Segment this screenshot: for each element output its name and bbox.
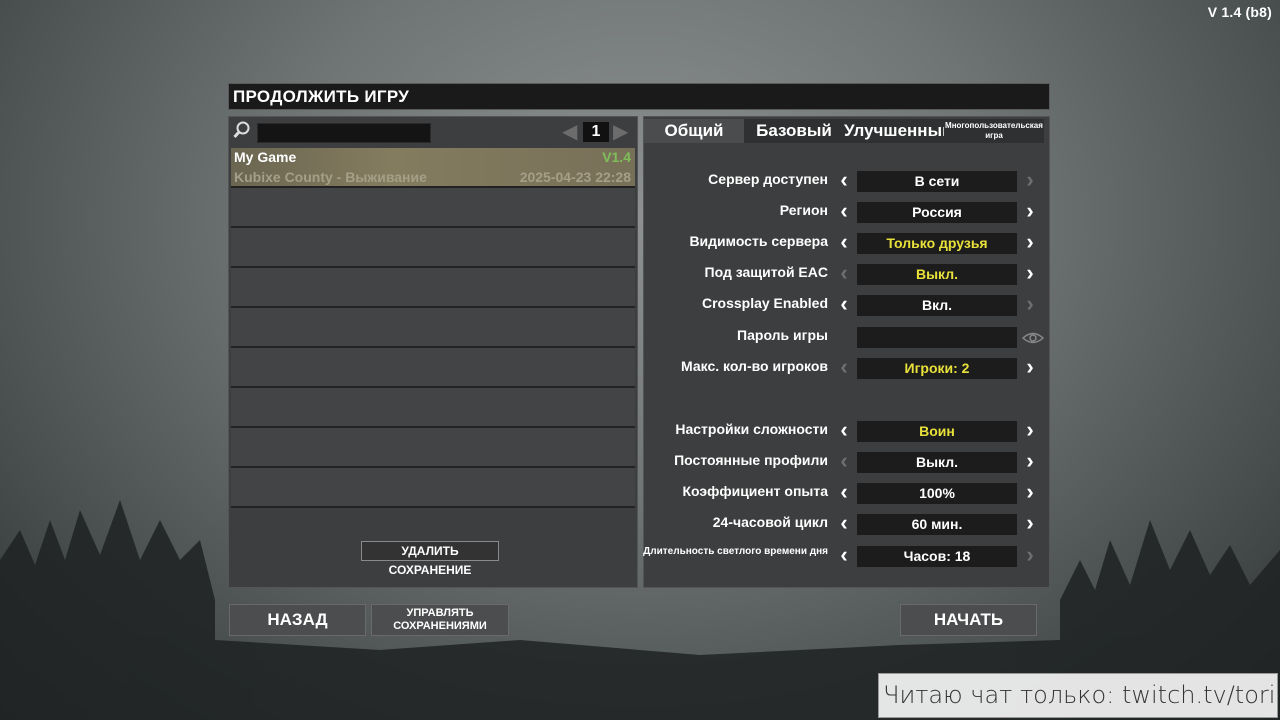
eye-icon[interactable] xyxy=(1022,331,1044,345)
tab-multiplayer[interactable]: Многопользовательская игра xyxy=(944,119,1044,143)
setting-label-day-cycle: 24-часовой цикл xyxy=(712,514,828,530)
chevron-right-icon[interactable]: › xyxy=(1023,481,1037,504)
search-icon xyxy=(233,121,250,139)
page-next-icon[interactable]: ▶ xyxy=(613,121,629,143)
empty-save-slot xyxy=(231,348,635,388)
version-label: V 1.4 (b8) xyxy=(1207,4,1272,20)
settings-panel: Общий Базовый Улучшенный Многопользовате… xyxy=(643,116,1050,588)
setting-value-xp-multiplier: 100% xyxy=(857,483,1017,504)
save-item[interactable]: My Game V1.4 Kubixe County - Выживание 2… xyxy=(231,148,635,188)
setting-label-xp-multiplier: Коэффициент опыта xyxy=(682,483,828,499)
empty-save-slot xyxy=(231,228,635,268)
save-date: 2025-04-23 22:28 xyxy=(519,169,631,185)
chevron-right-icon[interactable]: › xyxy=(1023,262,1037,285)
setting-value-server-visible: В сети xyxy=(857,171,1017,192)
setting-label-persistent-profiles: Постоянные профили xyxy=(674,452,828,468)
chevron-right-icon[interactable]: › xyxy=(1023,419,1037,442)
setting-value-persistent-profiles: Выкл. xyxy=(857,452,1017,473)
page-number: 1 xyxy=(583,122,609,142)
chevron-right-icon[interactable]: › xyxy=(1023,544,1037,567)
setting-label-password: Пароль игры xyxy=(737,327,828,343)
setting-label-difficulty: Настройки сложности xyxy=(675,421,828,437)
setting-value-max-players: Игроки: 2 xyxy=(857,358,1017,379)
empty-save-slot xyxy=(231,268,635,308)
setting-label-daylight-length: Длительность светлого времени дня xyxy=(643,546,828,557)
setting-label-eac: Под защитой EAC xyxy=(704,264,828,280)
empty-save-slot xyxy=(231,188,635,228)
setting-value-daylight-length: Часов: 18 xyxy=(857,546,1017,567)
chevron-right-icon[interactable]: › xyxy=(1023,450,1037,473)
back-button[interactable]: НАЗАД xyxy=(229,604,366,636)
chevron-left-icon[interactable]: ‹ xyxy=(837,481,851,504)
setting-value-crossplay: Вкл. xyxy=(857,295,1017,316)
chevron-right-icon[interactable]: › xyxy=(1023,231,1037,254)
chevron-right-icon[interactable]: › xyxy=(1023,356,1037,379)
setting-value-region: Россия xyxy=(857,202,1017,223)
chevron-right-icon[interactable]: › xyxy=(1023,169,1037,192)
save-version: V1.4 xyxy=(602,149,631,165)
chevron-left-icon[interactable]: ‹ xyxy=(837,356,851,379)
chevron-left-icon[interactable]: ‹ xyxy=(837,293,851,316)
chevron-right-icon[interactable]: › xyxy=(1023,200,1037,223)
page-title: ПРОДОЛЖИТЬ ИГРУ xyxy=(228,83,1050,110)
setting-value-day-cycle: 60 мин. xyxy=(857,514,1017,535)
search-input[interactable] xyxy=(257,123,431,143)
tab-general[interactable]: Общий xyxy=(644,119,744,143)
stream-chat-banner: Читаю чат только: twitch.tv/torin_tv1 xyxy=(878,673,1278,718)
empty-save-slot xyxy=(231,308,635,348)
start-button[interactable]: НАЧАТЬ xyxy=(900,604,1037,636)
chevron-right-icon[interactable]: › xyxy=(1023,293,1037,316)
save-list: My Game V1.4 Kubixe County - Выживание 2… xyxy=(231,148,635,508)
setting-value-eac: Выкл. xyxy=(857,264,1017,285)
empty-save-slot xyxy=(231,428,635,468)
setting-label-server-visible: Сервер доступен xyxy=(708,171,828,187)
chevron-left-icon[interactable]: ‹ xyxy=(837,544,851,567)
setting-value-difficulty: Воин xyxy=(857,421,1017,442)
save-name: My Game xyxy=(234,149,297,165)
chevron-left-icon[interactable]: ‹ xyxy=(837,419,851,442)
setting-label-crossplay: Crossplay Enabled xyxy=(701,295,828,311)
chevron-left-icon[interactable]: ‹ xyxy=(837,200,851,223)
chevron-left-icon[interactable]: ‹ xyxy=(837,231,851,254)
chevron-left-icon[interactable]: ‹ xyxy=(837,262,851,285)
chevron-left-icon[interactable]: ‹ xyxy=(837,512,851,535)
setting-label-max-players: Макс. кол-во игроков xyxy=(681,358,828,374)
setting-label-region: Регион xyxy=(779,202,828,218)
tab-advanced[interactable]: Улучшенный xyxy=(844,119,953,143)
saves-panel: ◀ 1 ▶ My Game V1.4 Kubixe County - Выжив… xyxy=(228,116,638,588)
page-prev-icon[interactable]: ◀ xyxy=(562,121,578,143)
settings-tabs: Общий Базовый Улучшенный Многопользовате… xyxy=(644,119,1049,143)
chevron-left-icon[interactable]: ‹ xyxy=(837,450,851,473)
password-input[interactable] xyxy=(857,327,1017,348)
chevron-right-icon[interactable]: › xyxy=(1023,512,1037,535)
delete-save-button[interactable]: УДАЛИТЬ СОХРАНЕНИЕ xyxy=(361,541,499,577)
manage-saves-button[interactable]: УПРАВЛЯТЬ СОХРАНЕНИЯМИ xyxy=(371,604,509,636)
tab-basic[interactable]: Базовый xyxy=(744,119,844,143)
empty-save-slot xyxy=(231,468,635,508)
setting-label-server-visibility: Видимость сервера xyxy=(689,233,828,249)
chevron-left-icon[interactable]: ‹ xyxy=(837,169,851,192)
setting-value-server-visibility: Только друзья xyxy=(857,233,1017,254)
save-world: Kubixe County - Выживание xyxy=(234,169,427,185)
empty-save-slot xyxy=(231,388,635,428)
